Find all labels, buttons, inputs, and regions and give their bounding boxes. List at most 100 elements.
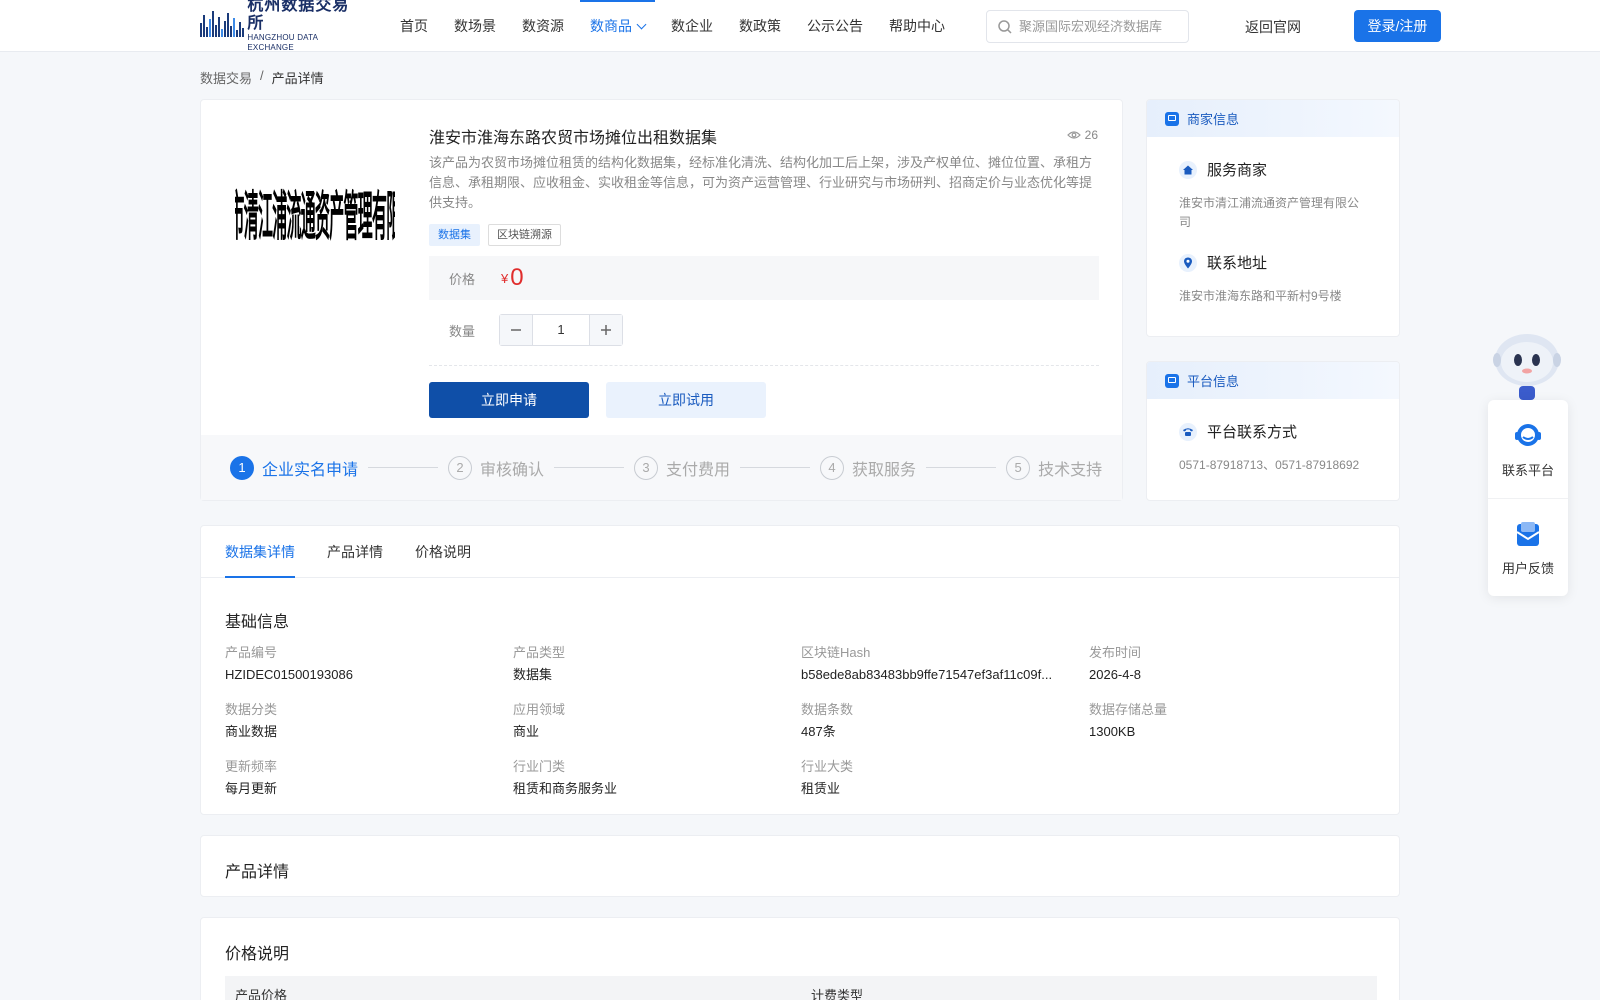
info-field: 产品类型 数据集 — [513, 644, 801, 685]
increment-button[interactable] — [590, 315, 622, 345]
quantity-value[interactable]: 1 — [532, 315, 590, 345]
price-value: 0 — [510, 264, 524, 291]
info-field-value: 1300KB — [1089, 724, 1136, 739]
info-field: 行业门类租赁和商务服务业 — [513, 758, 801, 799]
nav-home[interactable]: 首页 — [390, 0, 438, 52]
user-feedback-button[interactable]: 用户反馈 — [1488, 498, 1568, 596]
contact-platform-label: 联系平台 — [1501, 462, 1554, 478]
home-icon — [1179, 160, 1197, 179]
product-card: 淮安市清江浦流通资产管理有限公司 淮安市淮海东路农贸市场摊位出租数据集 26 该… — [200, 99, 1123, 501]
view-count: 26 — [1066, 128, 1098, 142]
info-field-value: b58ede8ab83483bb9ffe71547ef3af11c09f... — [801, 667, 1053, 682]
login-register-button[interactable]: 登录/注册 — [1354, 10, 1441, 42]
platform-contact-value: 0571-87918713、0571-87918692 — [1179, 458, 1360, 472]
step-1-label: 企业实名申请 — [262, 461, 359, 479]
logo-en-text: HANGZHOU DATA EXCHANGE — [247, 33, 318, 52]
service-merchant-item: 服务商家 淮安市清江浦流通资产管理有限公司 — [1147, 159, 1399, 232]
breadcrumb-root[interactable]: 数据交易 — [200, 68, 252, 87]
nav-resources[interactable]: 数资源 — [512, 0, 574, 52]
info-field: 应用领域 商业 — [513, 701, 801, 742]
nav-enterprises[interactable]: 数企业 — [661, 0, 723, 52]
site-logo[interactable]: 杭州数据交易所 HANGZHOU DATA EXCHANGE — [200, 0, 365, 52]
basic-info-title: 基础信息 — [225, 614, 290, 631]
nav-products[interactable]: 数商品 — [580, 0, 655, 52]
search-box — [986, 10, 1189, 43]
info-field: 行业大类 租赁业 — [801, 758, 1089, 799]
merchant-info-card: 商家信息 服务商家 淮安市清江浦流通资产管理有限公司 联系地址 淮安市淮海东路和… — [1146, 99, 1400, 337]
tab-dataset-details[interactable]: 数据集详情 — [225, 526, 295, 578]
price-info-panel: 价格说明 产品价格 计费类型 — [200, 917, 1400, 1000]
info-field: 区块链Hash b58ede8ab83483bb9ffe71547ef3af11c… — [801, 644, 1089, 685]
platform-contact-title: 平台联系方式 — [1207, 424, 1298, 441]
quantity-row: 数量 1 — [429, 314, 623, 346]
apply-now-button[interactable]: 立即申请 — [429, 382, 589, 418]
platform-info-title: 平台信息 — [1187, 374, 1240, 389]
user-feedback-label: 用户反馈 — [1501, 561, 1554, 576]
nav-scenes[interactable]: 数场景 — [444, 0, 506, 52]
step-4-label: 获取服务 — [852, 461, 917, 479]
platform-info-header: 平台信息 — [1147, 362, 1399, 399]
top-header: 杭州数据交易所 HANGZHOU DATA EXCHANGE 首页 数场景 数资… — [0, 0, 1600, 52]
step-2: 2 审核确认 — [448, 455, 544, 480]
logo-bar — [227, 13, 229, 37]
info-field-label: 区块链Hash — [801, 645, 871, 660]
product-title: 淮安市淮海东路农贸市场摊位出租数据集 — [429, 130, 718, 147]
nav-policies[interactable]: 数政策 — [729, 0, 791, 52]
step-5: 5 技术支持 — [1006, 455, 1103, 480]
tab-product-details[interactable]: 产品详情 — [327, 526, 383, 578]
product-detail-panel: 产品详情 — [200, 835, 1400, 897]
logo-bar — [203, 15, 205, 37]
floating-panel: 联系平台 用户反馈 — [1488, 400, 1568, 596]
step-connector — [554, 467, 625, 468]
info-field-value: 租赁和商务服务业 — [513, 781, 618, 796]
info-field-value: 数据集 — [513, 667, 553, 682]
product-description: 该产品为农贸市场摊位租赁的结构化数据集，经标准化清洗、结构化加工后上架，涉及产权… — [429, 155, 1093, 210]
assistant-robot-icon[interactable] — [1487, 324, 1567, 400]
logo-bar — [206, 27, 208, 37]
nav-help[interactable]: 帮助中心 — [879, 0, 955, 52]
customer-service-icon — [1515, 423, 1541, 446]
nav-products-label: 数商品 — [590, 18, 632, 34]
step-5-label: 技术支持 — [1038, 461, 1103, 479]
info-field: 数据条数 487条 — [801, 701, 1089, 742]
logo-bar — [224, 21, 226, 37]
search-input[interactable] — [1019, 19, 1179, 34]
platform-contact-item: 平台联系方式 0571-87918713、0571-87918692 — [1147, 421, 1399, 475]
logo-bar — [215, 25, 217, 37]
back-to-site-link[interactable]: 返回官网 — [1245, 17, 1301, 37]
logo-bar — [218, 17, 220, 37]
step-2-number: 2 — [448, 455, 473, 480]
currency-symbol: ¥ — [501, 270, 509, 286]
search-icon[interactable] — [997, 19, 1013, 35]
try-now-button[interactable]: 立即试用 — [606, 382, 766, 418]
logo-bar — [212, 11, 214, 37]
info-field-label: 数据条数 — [801, 702, 854, 717]
decrement-button[interactable] — [500, 315, 532, 345]
logo-bar — [221, 29, 223, 37]
logo-cn-text: 杭州数据交易所 — [247, 0, 350, 32]
info-field-label: 应用领域 — [513, 702, 566, 717]
step-5-number: 5 — [1006, 455, 1031, 480]
contact-platform-button[interactable]: 联系平台 — [1488, 400, 1568, 498]
info-field-value: 租赁业 — [801, 781, 841, 796]
eye-icon — [1066, 131, 1081, 139]
tab-price-info[interactable]: 价格说明 — [415, 526, 471, 578]
tag-blockchain: 区块链溯源 — [488, 224, 561, 246]
info-field-value: 每月更新 — [225, 781, 278, 796]
address-title: 联系地址 — [1207, 255, 1268, 272]
product-tags: 数据集 区块链溯源 — [429, 224, 561, 246]
logo-bar — [236, 30, 238, 37]
step-connector — [740, 467, 811, 468]
info-field-label: 更新频率 — [225, 759, 278, 774]
info-field: 发布时间 2026-4-8 — [1089, 644, 1377, 685]
price-col-header: 产品价格 — [235, 988, 288, 1000]
merchant-info-title: 商家信息 — [1187, 112, 1240, 127]
nav-announcements[interactable]: 公示公告 — [797, 0, 873, 52]
info-field-value: 商业数据 — [225, 724, 278, 739]
info-field: 数据存储总量 1300KB — [1089, 701, 1377, 742]
logo-bar — [239, 22, 241, 37]
info-field-label: 行业门类 — [513, 759, 566, 774]
price-table-header: 产品价格 计费类型 — [225, 976, 1377, 1000]
step-3-number: 3 — [634, 455, 659, 480]
tag-dataset: 数据集 — [429, 224, 480, 246]
